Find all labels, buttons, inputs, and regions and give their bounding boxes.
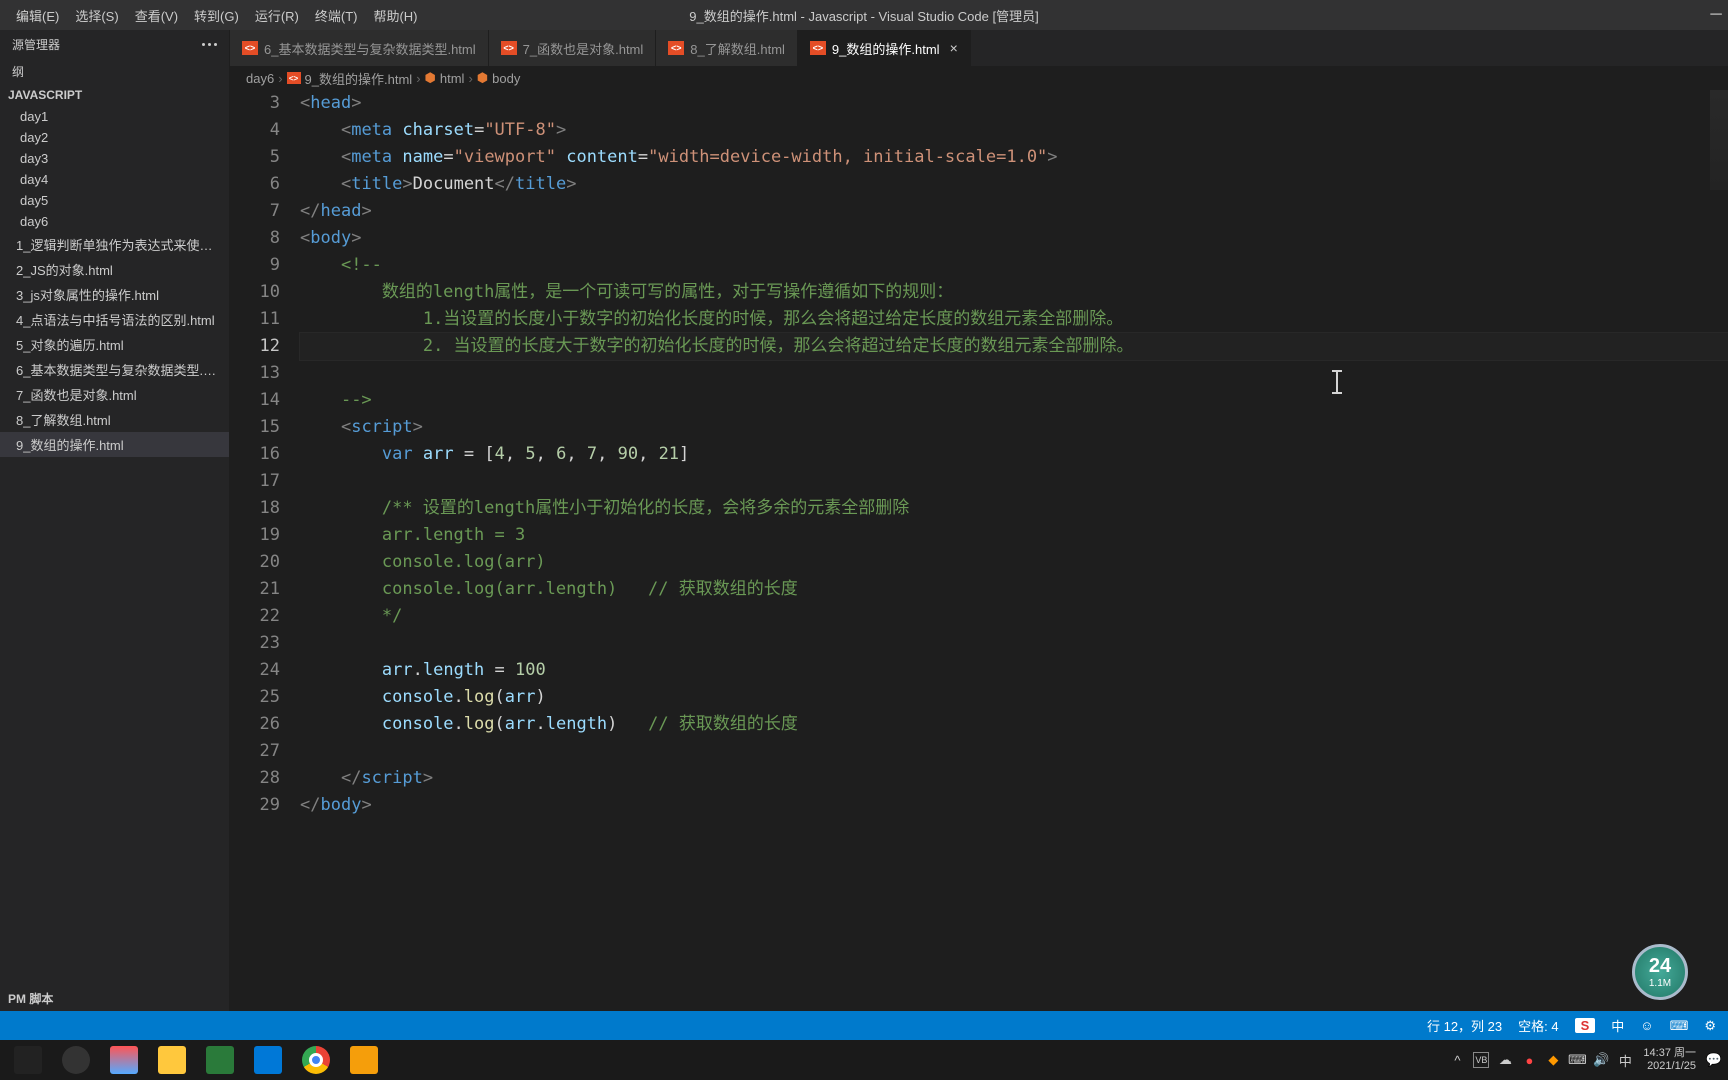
minimap[interactable] <box>1710 90 1728 190</box>
folder-day6[interactable]: day6 <box>0 211 229 232</box>
file-2[interactable]: 2_JS的对象.html <box>0 257 229 282</box>
taskbar: ^ VB ☁ ● ◆ ⌨ 🔊 中 14:37 周一 2021/1/25 💬 <box>0 1040 1728 1080</box>
ime-lang[interactable]: 中 <box>1611 1016 1624 1035</box>
tray-rec-icon[interactable]: ● <box>1521 1052 1537 1068</box>
indent-spaces[interactable]: 空格: 4 <box>1518 1016 1558 1035</box>
tray-ime[interactable]: 中 <box>1617 1052 1633 1068</box>
line-gutter: 345 678 91011 121314 151617 181920 21222… <box>230 90 300 1011</box>
file-7[interactable]: 7_函数也是对象.html <box>0 382 229 407</box>
tab-6[interactable]: <>6_基本数据类型与复杂数据类型.html <box>230 30 489 66</box>
file-4[interactable]: 4_点语法与中括号语法的区别.html <box>0 307 229 332</box>
explorer-header: 源管理器 <box>0 30 229 59</box>
file-1[interactable]: 1_逻辑判断单独作为表达式来使用.... <box>0 232 229 257</box>
tab-8[interactable]: <>8_了解数组.html <box>656 30 798 66</box>
notification-icon[interactable]: 💬 <box>1706 1052 1722 1068</box>
system-tray[interactable]: ^ VB ☁ ● ◆ ⌨ 🔊 中 <box>1449 1052 1633 1068</box>
file-5[interactable]: 5_对象的遍历.html <box>0 332 229 357</box>
bc-body[interactable]: body <box>492 71 520 86</box>
bc-file[interactable]: 9_数组的操作.html <box>305 69 413 88</box>
cursor-position[interactable]: 行 12，列 23 <box>1427 1016 1502 1035</box>
menu-help[interactable]: 帮助(H) <box>365 6 425 25</box>
start-button[interactable] <box>4 1040 52 1080</box>
ime-badge[interactable]: S <box>1575 1018 1596 1033</box>
file-6[interactable]: 6_基本数据类型与复杂数据类型.html <box>0 357 229 382</box>
text-cursor-icon <box>1336 370 1338 394</box>
window-controls: ─ <box>1710 9 1722 21</box>
explorer-title: 源管理器 <box>12 36 60 53</box>
tab-bar: <>6_基本数据类型与复杂数据类型.html <>7_函数也是对象.html <… <box>230 30 1728 66</box>
folder-day3[interactable]: day3 <box>0 148 229 169</box>
folder-day5[interactable]: day5 <box>0 190 229 211</box>
tray-cloud-icon[interactable]: ☁ <box>1497 1052 1513 1068</box>
explorer-sidebar: 源管理器 纲 JAVASCRIPT day1 day2 day3 day4 da… <box>0 30 230 1011</box>
tag-icon: ⬢ <box>425 70 436 86</box>
html-icon: <> <box>242 41 258 55</box>
tray-volume-icon[interactable]: 🔊 <box>1593 1052 1609 1068</box>
breadcrumb[interactable]: day6› <> 9_数组的操作.html› ⬢ html› ⬢ body <box>230 66 1728 90</box>
keyboard-icon[interactable]: ⌨ <box>1670 1018 1689 1034</box>
tray-keyboard-icon[interactable]: ⌨ <box>1569 1052 1585 1068</box>
outline-label[interactable]: 纲 <box>0 59 229 84</box>
app-obs[interactable] <box>52 1040 100 1080</box>
app-notepad[interactable] <box>196 1040 244 1080</box>
more-icon[interactable] <box>202 43 217 46</box>
menu-terminal[interactable]: 终端(T) <box>307 6 366 25</box>
tab-9-active[interactable]: <>9_数组的操作.html× <box>798 30 971 66</box>
window-title: 9_数组的操作.html - Javascript - Visual Studi… <box>689 6 1038 25</box>
status-bar: 行 12，列 23 空格: 4 S 中 ☺ ⌨ ⚙ <box>0 1011 1728 1040</box>
emoji-icon[interactable]: ☺ <box>1640 1018 1653 1033</box>
code-content[interactable]: <head> <meta charset="UTF-8"> <meta name… <box>300 90 1728 1011</box>
file-9-active[interactable]: 9_数组的操作.html <box>0 432 229 457</box>
menu-select[interactable]: 选择(S) <box>67 6 126 25</box>
folder-day2[interactable]: day2 <box>0 127 229 148</box>
app-listary[interactable] <box>100 1040 148 1080</box>
file-3[interactable]: 3_js对象属性的操作.html <box>0 282 229 307</box>
tray-app-icon[interactable]: ◆ <box>1545 1052 1561 1068</box>
gear-icon[interactable]: ⚙ <box>1704 1018 1716 1034</box>
menu-edit[interactable]: 编辑(E) <box>8 6 67 25</box>
folder-day4[interactable]: day4 <box>0 169 229 190</box>
menu-view[interactable]: 查看(V) <box>127 6 186 25</box>
app-vscode[interactable] <box>244 1040 292 1080</box>
workspace-root[interactable]: JAVASCRIPT <box>0 84 229 106</box>
app-terminal[interactable] <box>340 1040 388 1080</box>
menu-goto[interactable]: 转到(G) <box>186 6 247 25</box>
tray-vb-icon[interactable]: VB <box>1473 1052 1489 1068</box>
bc-html[interactable]: html <box>440 71 465 86</box>
app-chrome[interactable] <box>292 1040 340 1080</box>
floating-badge[interactable]: 24 1.1M <box>1632 944 1688 1000</box>
html-icon: <> <box>668 41 684 55</box>
tab-7[interactable]: <>7_函数也是对象.html <box>489 30 657 66</box>
code-editor[interactable]: 345 678 91011 121314 151617 181920 21222… <box>230 90 1728 1011</box>
menu-run[interactable]: 运行(R) <box>247 6 307 25</box>
bc-folder[interactable]: day6 <box>246 71 274 86</box>
menu-bar: 编辑(E) 选择(S) 查看(V) 转到(G) 运行(R) 终端(T) 帮助(H… <box>0 0 1728 30</box>
file-8[interactable]: 8_了解数组.html <box>0 407 229 432</box>
taskbar-clock[interactable]: 14:37 周一 2021/1/25 <box>1643 1047 1696 1073</box>
close-icon[interactable]: × <box>950 40 958 56</box>
tray-chevron-icon[interactable]: ^ <box>1449 1052 1465 1068</box>
app-explorer[interactable] <box>148 1040 196 1080</box>
npm-scripts[interactable]: PM 脚本 <box>0 986 229 1011</box>
tag-icon: ⬢ <box>477 70 488 86</box>
folder-day1[interactable]: day1 <box>0 106 229 127</box>
html-icon: <> <box>810 41 826 55</box>
html-icon: <> <box>287 72 301 84</box>
html-icon: <> <box>501 41 517 55</box>
minimize-icon[interactable]: ─ <box>1710 9 1722 21</box>
